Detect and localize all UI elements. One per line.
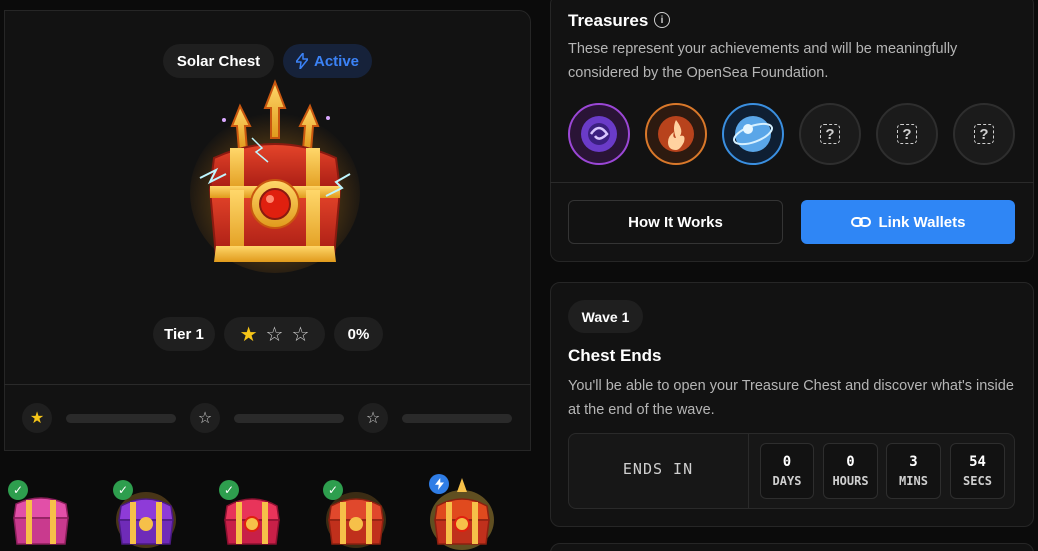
how-it-works-button[interactable]: How It Works (568, 200, 783, 244)
divider (748, 433, 749, 509)
lightning-icon (295, 53, 308, 69)
countdown-value: 3 (909, 454, 918, 470)
chest-thumbnail[interactable]: ✓ (323, 480, 389, 550)
status-label: Active (313, 52, 360, 70)
chest-thumbnail[interactable] (429, 474, 495, 550)
star-rating: ★ ☆ ☆ (224, 317, 325, 351)
unknown-treasure-icon: ? (974, 124, 994, 144)
star-filled-icon: ★ (239, 323, 258, 346)
star-filled-icon: ★ (22, 403, 52, 433)
countdown-mins: 3 MINS (886, 443, 941, 499)
countdown-days: 0 DAYS (760, 443, 814, 499)
completed-check-icon: ✓ (323, 480, 343, 500)
progress-bar (402, 414, 512, 423)
wave-badge: Wave 1 (568, 300, 643, 333)
progress-bar (66, 414, 176, 423)
star-empty-icon: ☆ (265, 323, 284, 346)
fire-treasure-icon[interactable] (645, 103, 707, 165)
chest-name: Solar Chest (176, 52, 261, 70)
chest-thumbnail[interactable]: ✓ (219, 480, 285, 550)
divider (4, 384, 531, 385)
star-empty-icon: ☆ (190, 403, 220, 433)
link-icon (850, 216, 871, 228)
active-lightning-icon (429, 474, 449, 494)
treasure-chest-page: Solar Chest Active Tier 1 ★ ☆ ☆ 0% ★ ☆ ☆… (0, 0, 1038, 551)
star-empty-icon: ☆ (291, 323, 310, 346)
solar-chest-image (190, 78, 360, 278)
countdown-value: 54 (969, 454, 986, 470)
wave-label: Wave 1 (581, 308, 630, 325)
countdown-value: 0 (782, 454, 792, 470)
info-icon[interactable]: i (654, 12, 670, 28)
countdown-secs: 54 SECS (950, 443, 1005, 499)
link-wallets-label: Link Wallets (878, 213, 966, 231)
countdown-value: 0 (846, 454, 855, 470)
status-badge: Active (283, 44, 372, 78)
countdown-unit: DAYS (772, 474, 802, 488)
chest-ends-description: You'll be able to open your Treasure Che… (568, 378, 1014, 418)
link-wallets-button[interactable]: Link Wallets (801, 200, 1015, 244)
divider (550, 182, 1034, 183)
chest-thumbnail[interactable]: ✓ (113, 480, 179, 550)
amethyst-treasure-icon[interactable] (568, 103, 630, 165)
how-it-works-label: How It Works (628, 213, 723, 231)
treasures-description: These represent your achievements and wi… (568, 41, 958, 81)
progress-percent: 0% (347, 325, 370, 343)
tier-label: Tier 1 (164, 325, 204, 343)
countdown-unit: HOURS (832, 474, 869, 488)
unknown-treasure-icon: ? (820, 124, 840, 144)
progress-badge: 0% (334, 317, 383, 351)
completed-check-icon: ✓ (113, 480, 133, 500)
chest-name-badge: Solar Chest (163, 44, 274, 78)
countdown-hours: 0 HOURS (823, 443, 878, 499)
treasures-title: Treasures (568, 11, 649, 30)
progress-bar (234, 414, 344, 423)
countdown-unit: SECS (963, 474, 992, 488)
ice-treasure-icon[interactable] (722, 103, 784, 165)
locked-treasure-slot: ? (876, 103, 938, 165)
chest-thumbnail[interactable]: ✓ (8, 480, 74, 550)
unknown-treasure-icon: ? (897, 124, 917, 144)
tier-badge: Tier 1 (153, 317, 215, 351)
locked-treasure-slot: ? (953, 103, 1015, 165)
star-empty-icon: ☆ (358, 403, 388, 433)
ends-in-label: ENDS IN (622, 460, 694, 478)
locked-treasure-slot: ? (799, 103, 861, 165)
countdown-unit: MINS (899, 474, 928, 488)
chest-ends-title: Chest Ends (568, 346, 662, 365)
completed-check-icon: ✓ (8, 480, 28, 500)
next-panel (550, 543, 1034, 551)
completed-check-icon: ✓ (219, 480, 239, 500)
